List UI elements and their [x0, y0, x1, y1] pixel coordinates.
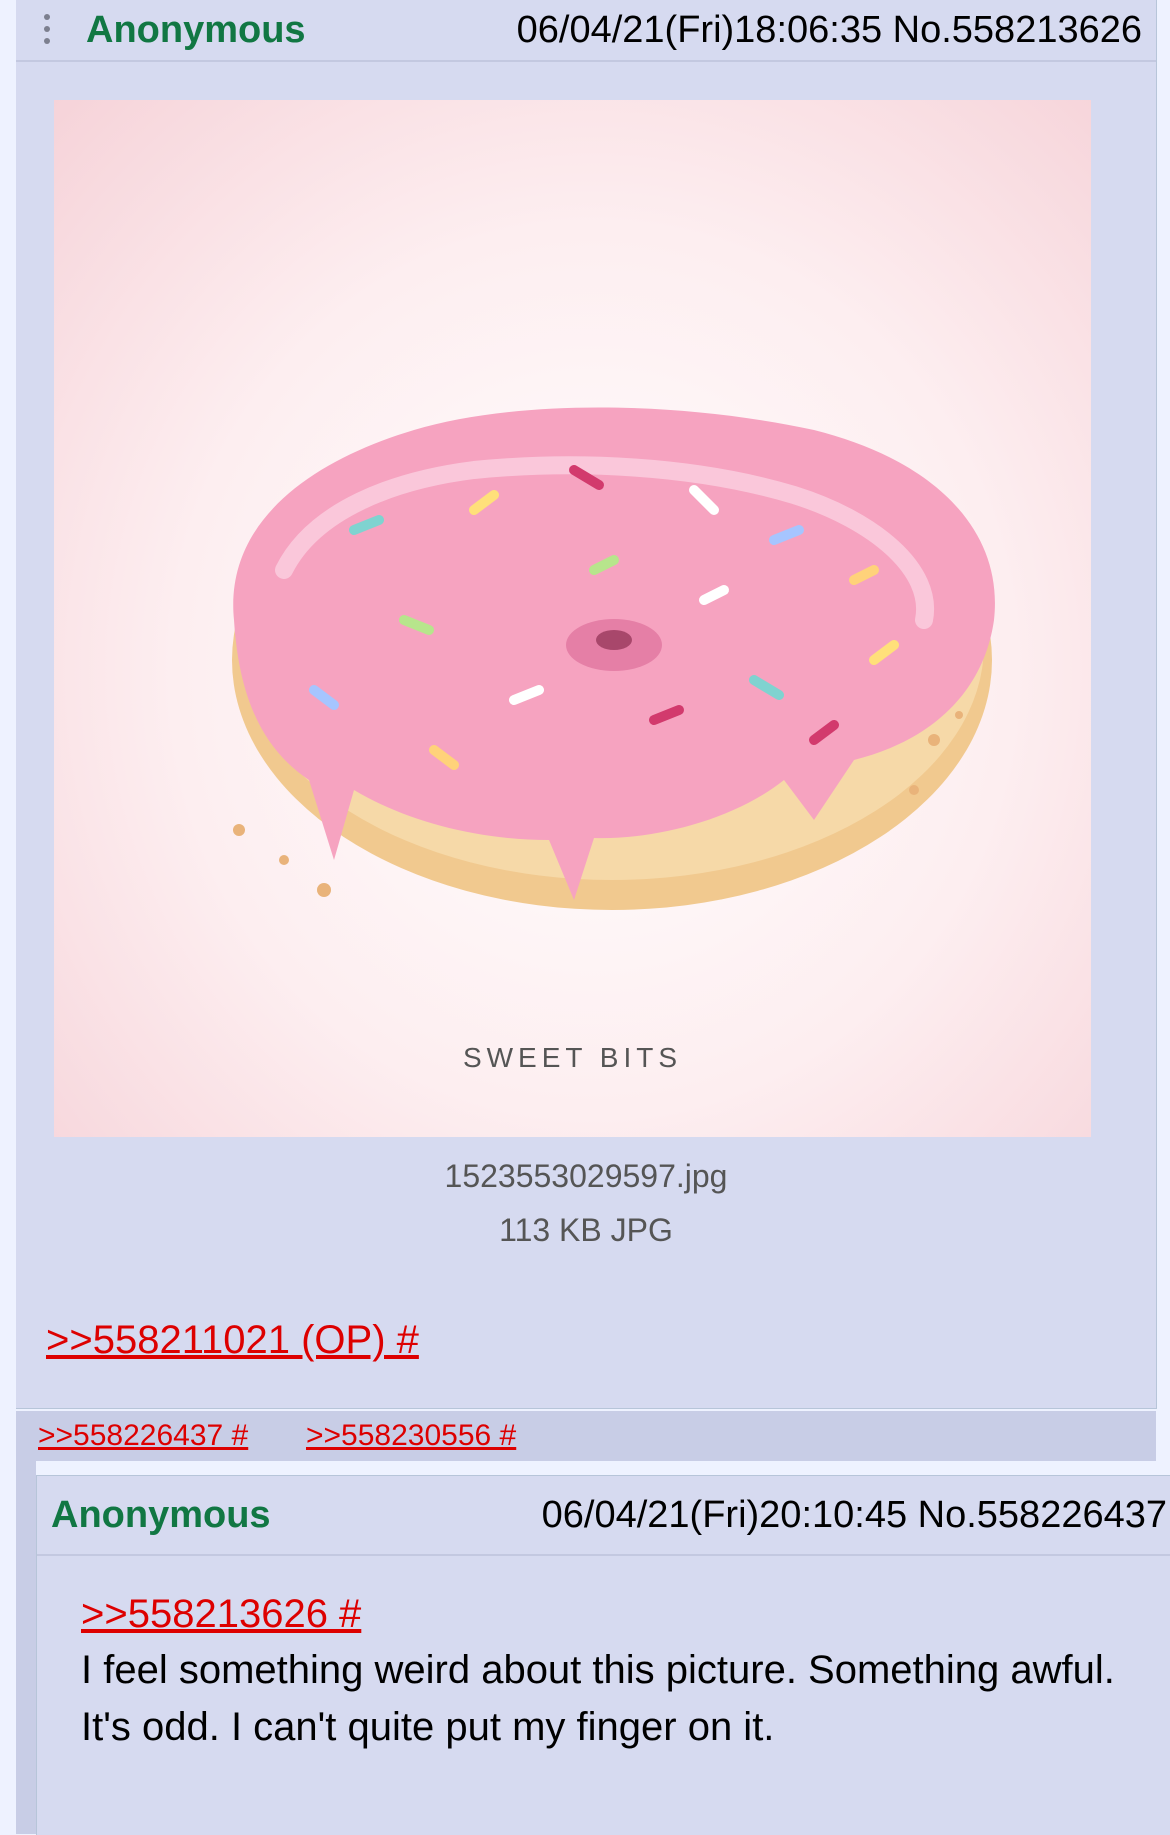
post-meta: 06/04/21(Fri)18:06:35 No.558213626	[517, 9, 1142, 52]
file-size: 113 KB JPG	[499, 1212, 673, 1248]
replies-bar: >>558226437 # >>558230556 #	[16, 1411, 1156, 1461]
post-datetime: 06/04/21(Fri)20:10:45	[541, 1493, 908, 1536]
post-number[interactable]: No.558213626	[893, 9, 1142, 51]
poster-name: Anonymous	[51, 1493, 271, 1536]
reply-link[interactable]: >>558226437 #	[38, 1419, 248, 1453]
donut-illustration	[232, 407, 995, 910]
menu-dots-icon[interactable]	[16, 0, 56, 60]
reply-indent	[16, 1461, 36, 1834]
post-header: Anonymous 06/04/21(Fri)18:06:35 No.55821…	[16, 0, 1156, 62]
quote-link[interactable]: >>558213626 #	[81, 1592, 361, 1637]
post-image[interactable]: SWEET BITS	[54, 100, 1091, 1137]
op-reply-post: Anonymous 06/04/21(Fri)18:06:35 No.55821…	[16, 0, 1157, 1409]
reply-link[interactable]: >>558230556 #	[306, 1419, 516, 1453]
poster-name: Anonymous	[86, 8, 306, 51]
image-watermark: SWEET BITS	[462, 1042, 683, 1073]
post-number[interactable]: No.558226437	[918, 1494, 1167, 1536]
post-message: I feel something weird about this pictur…	[81, 1648, 1115, 1749]
post-meta: 06/04/21(Fri)20:10:45 No.558226437	[542, 1494, 1167, 1537]
quote-link-op[interactable]: >>558211021 (OP) #	[46, 1318, 419, 1363]
post-datetime: 06/04/21(Fri)18:06:35	[516, 8, 883, 51]
file-name[interactable]: 1523553029597.jpg	[16, 1158, 1156, 1195]
reply-post: Anonymous 06/04/21(Fri)20:10:45 No.55822…	[36, 1475, 1170, 1835]
post-header: Anonymous 06/04/21(Fri)20:10:45 No.55822…	[37, 1476, 1170, 1556]
